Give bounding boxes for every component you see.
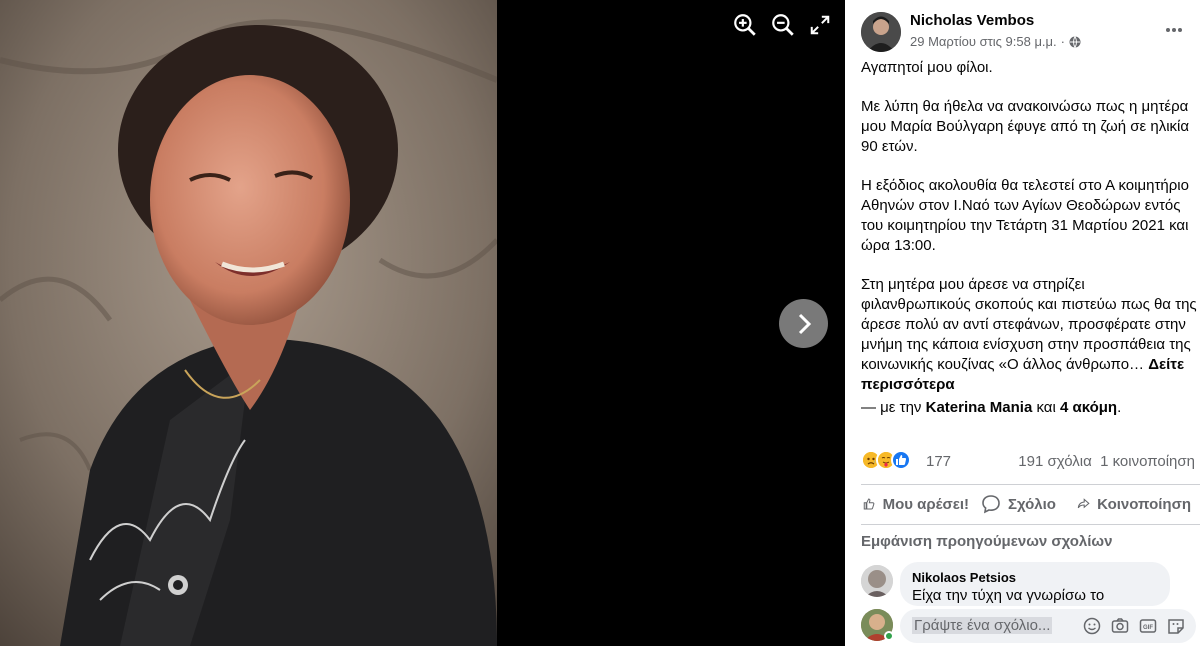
post-paragraph: Η εξόδιος ακολουθία θα τελεστεί στο Α κο… — [861, 177, 1189, 254]
commenter-name[interactable]: Nikolaos Petsios — [912, 570, 1158, 585]
comment-share-counts: 191 σχόλια 1 κοινοποίηση — [1018, 453, 1195, 470]
share-icon — [1077, 498, 1090, 509]
zoom-in-icon[interactable] — [730, 10, 760, 40]
post-message: Αγαπητοί μου φίλοι. Με λύπη θα ήθελα να … — [861, 58, 1197, 399]
comment-input[interactable]: Γράψτε ένα σχόλιο... — [912, 617, 1053, 634]
tagged-prefix: — με την — [861, 399, 922, 416]
comment-bubble: Nikolaos Petsios Είχα την τύχη να γνωρίσ… — [900, 562, 1170, 606]
more-options-button[interactable] — [1162, 20, 1186, 40]
next-photo-button[interactable] — [779, 299, 828, 348]
svg-text:GIF: GIF — [1143, 625, 1153, 631]
comment-text: Είχα την τύχη να γνωρίσω το — [912, 587, 1105, 604]
emoji-icon[interactable] — [1082, 616, 1102, 636]
zoom-out-icon[interactable] — [768, 10, 798, 40]
post-actions: Μου αρέσει! Σχόλιο Κοινοποίηση — [857, 488, 1200, 520]
comment-button[interactable]: Σχόλιο — [975, 488, 1071, 520]
gif-icon[interactable]: GIF — [1138, 616, 1158, 636]
comment-icon — [982, 495, 1000, 514]
post-paragraph: Με λύπη θα ήθελα να ανακοινώσω πως η μητ… — [861, 98, 1190, 155]
author-name[interactable]: Nicholas Vembos — [910, 12, 1034, 29]
tagged-others-link[interactable]: 4 ακόμη — [1060, 399, 1117, 416]
ellipsis-icon — [1166, 28, 1182, 32]
tagged-suffix: . — [1117, 399, 1122, 416]
expand-icon[interactable] — [805, 10, 835, 40]
post-timestamp[interactable]: 29 Μαρτίου στις 9:58 μ.μ. — [910, 34, 1057, 49]
comment-label: Σχόλιο — [1008, 495, 1056, 513]
divider — [861, 484, 1200, 485]
photo-viewer — [0, 0, 845, 646]
tagged-people: — με την Katerina Mania και 4 ακόμη. — [861, 398, 1121, 418]
view-previous-comments-link[interactable]: Εμφάνιση προηγούμενων σχολίων — [861, 533, 1112, 550]
share-label: Κοινοποίηση — [1097, 495, 1191, 513]
like-label: Μου αρέσει! — [882, 495, 969, 513]
post-meta: 29 Μαρτίου στις 9:58 μ.μ. · — [910, 34, 1081, 49]
post-photo[interactable] — [0, 0, 497, 646]
comment-count[interactable]: 191 σχόλια — [1018, 453, 1091, 470]
tagged-joiner: και — [1036, 399, 1056, 416]
thumbs-up-icon — [863, 498, 875, 510]
divider — [861, 524, 1200, 525]
meta-separator: · — [1060, 34, 1065, 49]
like-icon — [891, 450, 911, 470]
camera-icon[interactable] — [1110, 616, 1130, 636]
post-header: Nicholas Vembos 29 Μαρτίου στις 9:58 μ.μ… — [861, 12, 1200, 52]
sticker-icon[interactable] — [1166, 616, 1186, 636]
reaction-summary: 177 191 σχόλια 1 κοινοποίηση — [861, 450, 1200, 472]
chevron-right-icon — [798, 313, 811, 334]
tagged-person-link[interactable]: Katerina Mania — [926, 399, 1033, 416]
avatar[interactable] — [861, 12, 901, 52]
share-button[interactable]: Κοινοποίηση — [1071, 488, 1197, 520]
avatar[interactable] — [861, 565, 893, 597]
online-status-dot — [884, 631, 894, 641]
comment-input-box[interactable]: Γράψτε ένα σχόλιο... GIF — [900, 609, 1196, 643]
post-paragraph: Αγαπητοί μου φίλοι. — [861, 59, 993, 76]
reaction-count[interactable]: 177 — [926, 453, 951, 470]
post-side-panel: Nicholas Vembos 29 Μαρτίου στις 9:58 μ.μ… — [845, 0, 1200, 646]
comment-composer: Γράψτε ένα σχόλιο... GIF — [861, 607, 1200, 643]
globe-icon[interactable] — [1069, 35, 1081, 48]
post-paragraph-truncated: Στη μητέρα μου άρεσε να στηρίζει φιλανθρ… — [861, 275, 1197, 395]
like-button[interactable]: Μου αρέσει! — [857, 488, 975, 520]
share-count[interactable]: 1 κοινοποίηση — [1100, 453, 1195, 470]
post-paragraph: Στη μητέρα μου άρεσε να στηρίζει φιλανθρ… — [861, 276, 1197, 373]
reaction-icons[interactable] — [861, 450, 911, 472]
